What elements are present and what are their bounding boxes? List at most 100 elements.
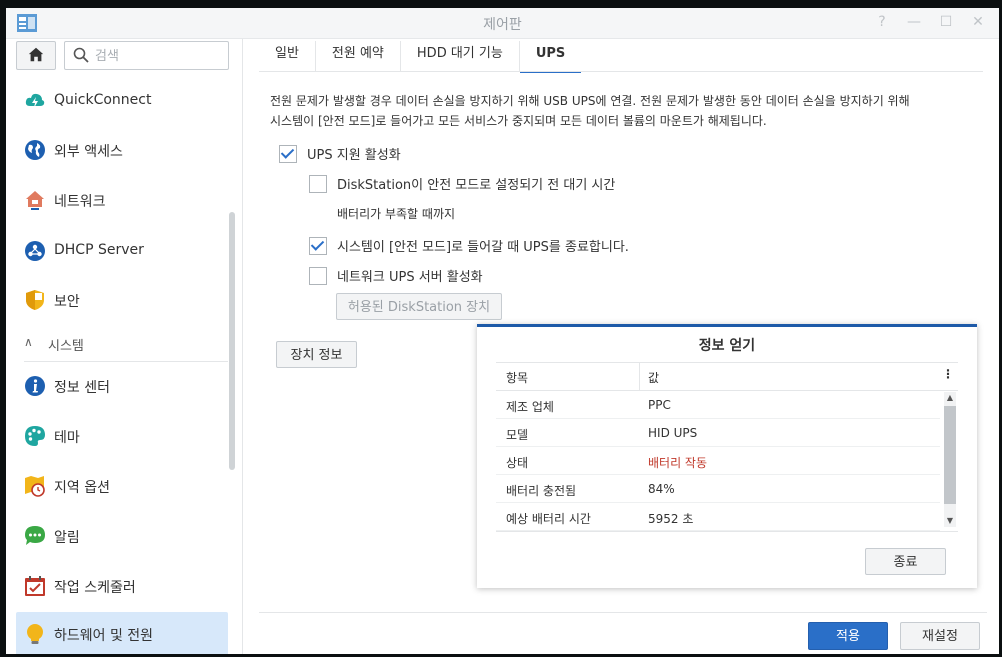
enable-ups-option[interactable]: UPS 지원 활성화 <box>279 144 401 163</box>
tab-general[interactable]: 일반 <box>259 41 316 71</box>
close-icon[interactable]: ✕ <box>969 13 987 31</box>
scroll-up-icon[interactable]: ▲ <box>944 392 956 404</box>
row-value: 5952 초 <box>648 512 694 526</box>
table-scrollbar[interactable]: ▲ ▼ <box>944 392 956 527</box>
sidebar-item-regional-options[interactable]: 지역 옵션 <box>16 464 228 508</box>
info-icon <box>25 376 45 396</box>
sidebar-item-task-scheduler[interactable]: 작업 스케줄러 <box>16 564 228 608</box>
sidebar-scrollbar[interactable] <box>229 212 235 470</box>
minimize-icon[interactable]: — <box>905 13 923 31</box>
tab-hdd-hibernation[interactable]: HDD 대기 기능 <box>401 41 520 71</box>
enable-ups-checkbox[interactable] <box>279 144 297 163</box>
sidebar-item-security[interactable]: 보안 <box>16 278 228 322</box>
sidebar-item-notification[interactable]: 알림 <box>16 514 228 558</box>
chevron-up-icon: ∧ <box>24 335 33 349</box>
sidebar-item-label: 지역 옵션 <box>54 480 110 496</box>
section-label: 시스템 <box>48 339 84 354</box>
palette-icon <box>25 426 45 446</box>
sidebar-item-theme[interactable]: 테마 <box>16 414 228 458</box>
safe-mode-wait-checkbox[interactable] <box>309 174 327 193</box>
table-row: 제조 업체 PPC <box>496 391 940 419</box>
table-header: 항목 값 ⋮ <box>496 363 958 391</box>
globe-icon <box>25 140 45 160</box>
permitted-devices-button[interactable]: 허용된 DiskStation 장치 <box>336 293 502 320</box>
map-clock-icon <box>25 476 45 497</box>
get-info-dialog: 정보 얻기 항목 값 ⋮ 제조 업체 PPC 모델 HID UPS 상태 배터리… <box>477 324 977 588</box>
column-header-value[interactable]: 값 <box>648 369 659 386</box>
title-bar[interactable]: 제어판 ? — ☐ ✕ <box>6 8 999 39</box>
row-value: PPC <box>648 398 671 412</box>
sidebar-item-hardware-power[interactable]: 하드웨어 및 전원 <box>16 612 228 654</box>
row-item: 배터리 충전됨 <box>506 484 577 498</box>
row-item: 상태 <box>506 456 529 470</box>
dialog-title: 정보 얻기 <box>698 338 756 354</box>
column-separator <box>639 363 640 390</box>
sidebar-item-external-access[interactable]: 외부 액세스 <box>16 128 228 172</box>
row-value: HID UPS <box>648 426 698 440</box>
sidebar-item-info-center[interactable]: 정보 센터 <box>16 364 228 408</box>
shield-icon <box>26 290 44 310</box>
shutdown-ups-checkbox[interactable] <box>309 236 327 255</box>
row-value-status: 배터리 작동 <box>648 456 708 470</box>
tab-divider <box>259 71 983 72</box>
quickconnect-icon <box>25 93 45 108</box>
help-icon[interactable]: ? <box>873 13 891 31</box>
network-ups-label: 네트워크 UPS 서버 활성화 <box>337 270 483 285</box>
tab-power-schedule[interactable]: 전원 예약 <box>316 41 401 71</box>
sidebar-item-label: DHCP Server <box>54 242 144 258</box>
search-input[interactable] <box>93 45 222 67</box>
sidebar-item-dhcp-server[interactable]: DHCP Server <box>16 229 228 273</box>
sidebar-item-label: 알림 <box>54 530 80 546</box>
column-menu-icon[interactable]: ⋮ <box>942 367 954 381</box>
maximize-icon[interactable]: ☐ <box>937 13 955 31</box>
lightbulb-icon <box>27 624 43 644</box>
footer-divider <box>259 612 987 613</box>
sidebar-item-quickconnect[interactable]: QuickConnect <box>16 79 228 123</box>
sidebar-item-label: 네트워크 <box>54 194 106 210</box>
dhcp-icon <box>25 241 45 261</box>
safe-mode-wait-label: DiskStation이 안전 모드로 설정되기 전 대기 시간 <box>337 178 616 193</box>
sidebar-item-network[interactable]: 네트워크 <box>16 178 228 222</box>
home-icon <box>28 47 44 62</box>
sidebar-item-label: 작업 스케줄러 <box>54 580 136 596</box>
network-ups-option[interactable]: 네트워크 UPS 서버 활성화 <box>309 266 483 285</box>
search-box[interactable] <box>64 41 229 70</box>
sidebar: QuickConnect 외부 액세스 네트워크 <box>6 39 243 654</box>
chat-bubble-icon <box>25 526 45 545</box>
search-icon <box>73 47 89 63</box>
shutdown-ups-label: 시스템이 [안전 모드]로 들어갈 때 UPS를 종료합니다. <box>337 240 629 255</box>
home-button[interactable] <box>16 41 56 70</box>
description-line: 시스템이 [안전 모드]로 들어가고 모든 서비스가 중지되며 모든 데이터 볼… <box>270 114 767 128</box>
table-row: 예상 배터리 시간 5952 초 <box>496 503 940 531</box>
safe-mode-wait-option[interactable]: DiskStation이 안전 모드로 설정되기 전 대기 시간 <box>309 174 615 193</box>
network-ups-checkbox[interactable] <box>309 266 327 285</box>
reset-button[interactable]: 재설정 <box>900 622 980 650</box>
sidebar-item-label: 보안 <box>54 294 80 310</box>
row-item: 모델 <box>506 428 529 442</box>
device-info-button[interactable]: 장치 정보 <box>276 341 357 368</box>
house-network-icon <box>26 191 44 210</box>
sidebar-item-label: 테마 <box>54 430 80 446</box>
low-battery-text: 배터리가 부족할 때까지 <box>337 207 456 221</box>
scroll-down-icon[interactable]: ▼ <box>944 515 956 527</box>
enable-ups-label: UPS 지원 활성화 <box>307 148 401 163</box>
sidebar-item-label: 정보 센터 <box>54 380 110 396</box>
row-item: 예상 배터리 시간 <box>506 512 591 526</box>
shutdown-ups-option[interactable]: 시스템이 [안전 모드]로 들어갈 때 UPS를 종료합니다. <box>309 236 629 255</box>
row-item: 제조 업체 <box>506 400 554 414</box>
table-row: 상태 배터리 작동 <box>496 447 940 475</box>
table-row: 모델 HID UPS <box>496 419 940 447</box>
table-row: 배터리 충전됨 84% <box>496 475 940 503</box>
apply-button[interactable]: 적용 <box>808 622 888 650</box>
window-title: 제어판 <box>483 17 522 33</box>
row-value: 84% <box>648 482 675 496</box>
scroll-thumb[interactable] <box>944 406 956 504</box>
tab-ups[interactable]: UPS <box>519 41 582 73</box>
calendar-check-icon <box>25 576 45 596</box>
column-header-item[interactable]: 항목 <box>506 369 528 386</box>
sidebar-item-label: 외부 액세스 <box>54 144 123 160</box>
description-line: 전원 문제가 발생할 경우 데이터 손실을 방지하기 위해 USB UPS에 연… <box>270 94 910 108</box>
sidebar-item-label: 하드웨어 및 전원 <box>54 628 154 644</box>
section-header-system[interactable]: ∧ 시스템 <box>24 335 228 362</box>
close-button[interactable]: 종료 <box>865 548 946 575</box>
